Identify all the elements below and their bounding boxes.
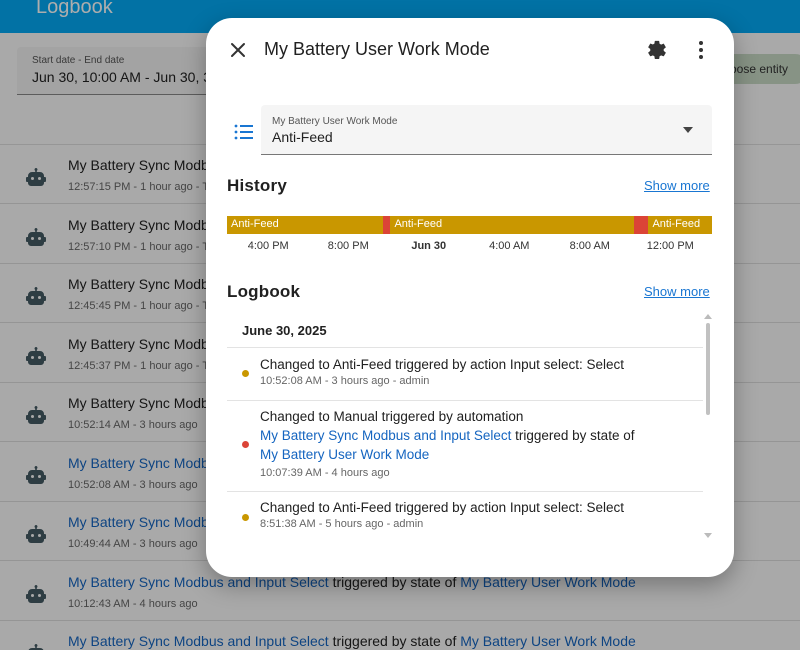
log-entry: Changed to Anti-Feed triggered by action…	[227, 347, 703, 400]
chevron-down-icon	[683, 127, 693, 133]
logbook-show-more-link[interactable]: Show more	[644, 284, 710, 299]
log-date-header: June 30, 2025	[242, 323, 327, 338]
state-dot	[242, 441, 249, 448]
timeline-segment[interactable]: Anti-Feed	[227, 216, 384, 234]
log-entry-message: Changed to Manual triggered by automatio…	[260, 409, 524, 424]
automation-link[interactable]: My Battery Sync Modbus and Input Select	[260, 428, 511, 443]
timeline-tick-label: 4:00 AM	[489, 240, 530, 252]
log-entry-message: Changed to Anti-Feed triggered by action…	[260, 500, 624, 515]
entity-link[interactable]: My Battery User Work Mode	[260, 447, 429, 462]
format-list-icon	[234, 124, 253, 140]
timeline-segment[interactable]	[634, 216, 649, 234]
logbook-scroll-area[interactable]: June 30, 2025 Changed to Anti-Feed trigg…	[227, 313, 712, 543]
timeline-segment[interactable]	[383, 216, 391, 234]
log-entry-message-line3: My Battery User Work Mode	[260, 445, 429, 464]
scroll-down-arrow-icon[interactable]	[704, 533, 712, 539]
timeline-tick-label: 8:00 PM	[327, 240, 369, 252]
log-entry-message: Changed to Anti-Feed triggered by action…	[260, 357, 624, 372]
timeline-tick-label: 4:00 PM	[247, 240, 289, 252]
log-entry: Changed to Anti-Feed triggered by action…	[227, 491, 703, 543]
log-entry-meta: 8:51:38 AM - 5 hours ago - admin	[260, 518, 424, 530]
timeline-segment-label: Anti-Feed	[652, 218, 701, 230]
log-entry-meta: 10:07:39 AM - 4 hours ago	[260, 467, 390, 479]
more-vertical-icon[interactable]	[689, 38, 713, 62]
logbook-title: Logbook	[227, 282, 301, 301]
history-timeline[interactable]: Anti-Feed Anti-Feed Anti-Feed	[227, 216, 712, 234]
timeline-tick-label: Jun 30	[411, 240, 447, 252]
timeline-segment-label: Anti-Feed	[394, 218, 443, 230]
close-icon[interactable]	[226, 38, 250, 62]
log-entry-mid-text: triggered by state of	[511, 428, 635, 443]
history-show-more-link[interactable]: Show more	[644, 178, 710, 193]
state-dot	[242, 514, 249, 521]
scroll-up-arrow-icon[interactable]	[704, 313, 712, 319]
timeline-tick-label: 8:00 AM	[569, 240, 610, 252]
gear-icon[interactable]	[645, 38, 669, 62]
timeline-tick-label: 12:00 PM	[646, 240, 694, 252]
dialog-title: My Battery User Work Mode	[264, 39, 490, 59]
work-mode-select[interactable]: My Battery User Work Mode Anti-Feed	[261, 105, 712, 155]
timeline-segment-label: Anti-Feed	[231, 218, 279, 230]
state-dot	[242, 370, 249, 377]
scrollbar-thumb[interactable]	[706, 323, 710, 415]
select-label: My Battery User Work Mode	[272, 116, 398, 127]
log-entry: Changed to Manual triggered by automatio…	[227, 400, 703, 491]
select-value: Anti-Feed	[272, 129, 333, 145]
history-title: History	[227, 176, 287, 195]
log-entry-meta: 10:52:08 AM - 3 hours ago - admin	[260, 375, 430, 387]
timeline-segment[interactable]: Anti-Feed	[648, 216, 712, 234]
entity-more-info-dialog: My Battery User Work Mode My Battery Use…	[206, 18, 734, 577]
log-entry-message-line2: My Battery Sync Modbus and Input Select …	[260, 426, 634, 445]
timeline-segment[interactable]: Anti-Feed	[390, 216, 635, 234]
